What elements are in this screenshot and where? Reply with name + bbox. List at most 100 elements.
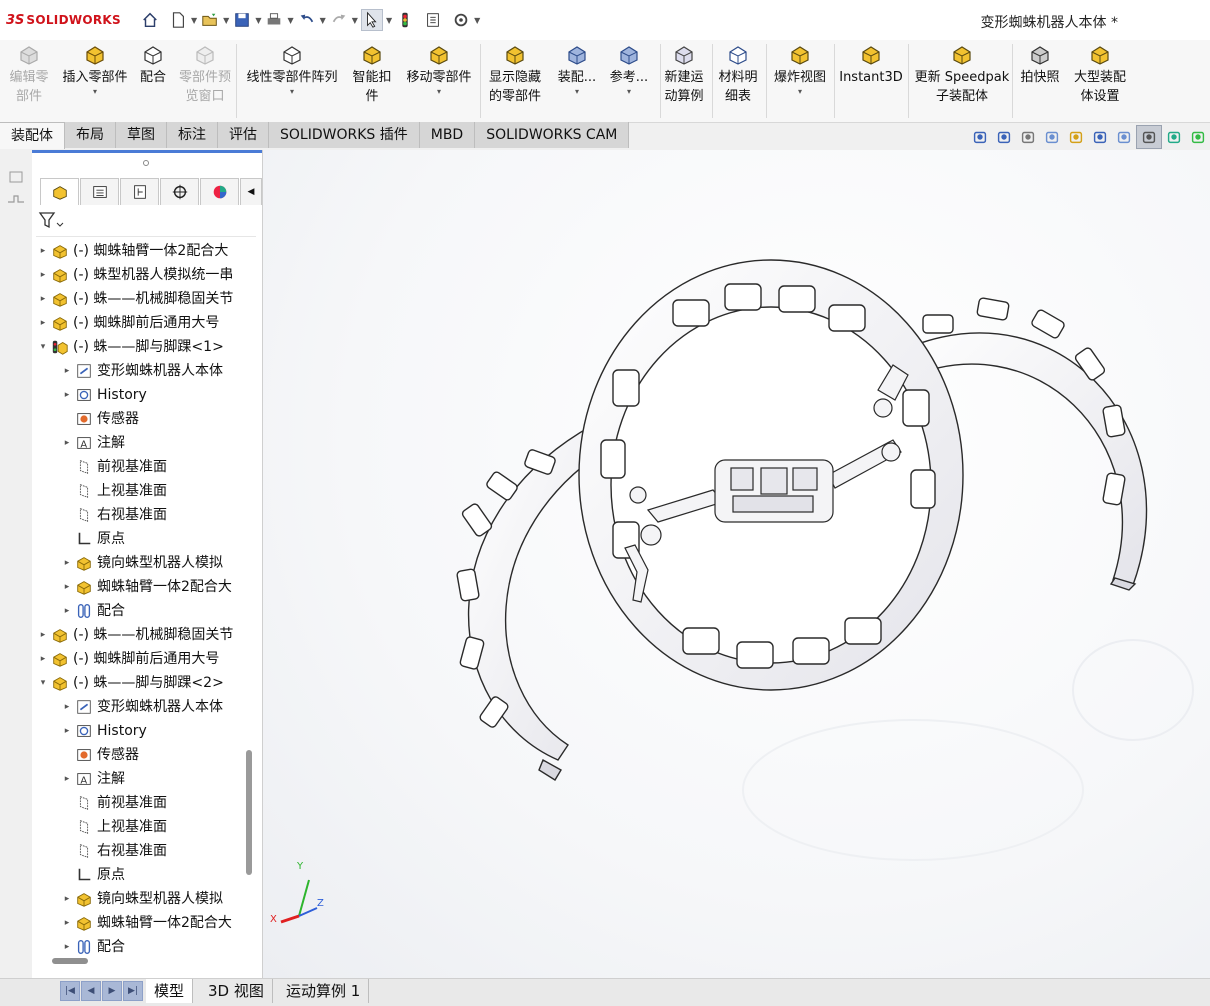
dropdown-caret-icon[interactable]: ▾ xyxy=(400,87,478,97)
dropdown-caret-icon[interactable]: ▾ xyxy=(240,87,344,97)
tree-item[interactable]: ▸ 镜向蛛型机器人模拟 xyxy=(60,552,223,574)
tree-item[interactable]: ▾ (-) 蛛——脚与脚踝<2> xyxy=(36,672,224,694)
tree-item[interactable]: 右视基准面 xyxy=(60,504,167,526)
filter-icon[interactable] xyxy=(36,208,66,234)
expand-arrow-icon[interactable]: ▸ xyxy=(60,360,74,382)
expand-arrow-icon[interactable]: ▸ xyxy=(60,432,74,454)
tree-horizontal-scrollbar[interactable] xyxy=(52,958,88,964)
ribbon-exploded-view-button[interactable]: 爆炸视图 ▾ xyxy=(768,44,832,97)
bottom-tab-1[interactable]: 3D 视图 xyxy=(200,979,273,1003)
hide-show-items-icon[interactable] xyxy=(1136,125,1162,149)
save-icon[interactable] xyxy=(232,10,252,30)
tree-vertical-scrollbar[interactable] xyxy=(246,750,252,875)
tree-item[interactable]: 原点 xyxy=(60,528,125,550)
expand-arrow-icon[interactable]: ▸ xyxy=(36,288,50,310)
tree-item[interactable]: ▸ 镜向蛛型机器人模拟 xyxy=(60,888,223,910)
dropdown-caret-icon[interactable]: ▾ xyxy=(768,87,832,97)
rebuild-icon[interactable] xyxy=(395,10,415,30)
section-view-icon[interactable] xyxy=(1040,126,1064,148)
tree-item[interactable]: ▸ (-) 蛛——机械脚稳固关节 xyxy=(36,288,234,310)
configurationmanager-tab[interactable] xyxy=(120,178,159,205)
collapse-arrow-icon[interactable]: ▾ xyxy=(36,336,50,358)
solidworks-logo[interactable]: 3S SOLIDWORKS xyxy=(6,10,121,30)
display-manager-tab[interactable] xyxy=(200,178,239,205)
expand-arrow-icon[interactable]: ▸ xyxy=(60,936,74,958)
tree-item[interactable]: 上视基准面 xyxy=(60,480,167,502)
command-tab-7[interactable]: SOLIDWORKS CAM xyxy=(475,122,630,148)
select-icon[interactable] xyxy=(360,9,383,31)
command-tab-2[interactable]: 草图 xyxy=(116,122,167,148)
command-tab-5[interactable]: SOLIDWORKS 插件 xyxy=(269,122,420,148)
ribbon-linear-pattern-button[interactable]: 线性零部件阵列 ▾ xyxy=(240,44,344,97)
bottom-tab-2[interactable]: 运动算例 1 xyxy=(278,979,370,1003)
expand-arrow-icon[interactable]: ▸ xyxy=(36,264,50,286)
ribbon-snapshot-button[interactable]: 拍快照 xyxy=(1016,44,1064,87)
dropdown-caret-icon[interactable]: ▾ xyxy=(606,87,652,97)
tree-item[interactable]: ▸ (-) 蜘蛛轴臂一体2配合大 xyxy=(36,240,229,262)
ribbon-component-preview-button[interactable]: 零部件预 览窗口 xyxy=(174,44,236,106)
tree-item[interactable]: 原点 xyxy=(60,864,125,886)
ribbon-new-motion-study-button[interactable]: 新建运 动算例 xyxy=(660,44,708,106)
expand-arrow-icon[interactable]: ▸ xyxy=(60,720,74,742)
tree-item[interactable]: ▸ 配合 xyxy=(60,600,125,622)
new-document-dropdown-icon[interactable]: ▼ xyxy=(191,16,197,25)
command-tab-1[interactable]: 布局 xyxy=(65,122,116,148)
tree-item[interactable]: ▸ 配合 xyxy=(60,936,125,958)
zoom-area-icon[interactable] xyxy=(992,126,1016,148)
ribbon-instant3d-button[interactable]: Instant3D xyxy=(838,44,904,87)
tree-item[interactable]: ▸ (-) 蜘蛛脚前后通用大号 xyxy=(36,312,220,334)
ribbon-large-assembly-button[interactable]: 大型装配 体设置 xyxy=(1068,44,1132,106)
expand-arrow-icon[interactable]: ▸ xyxy=(36,312,50,334)
next-tab-icon[interactable]: ▶ xyxy=(102,981,122,1001)
options-dropdown-icon[interactable]: ▼ xyxy=(474,16,480,25)
tree-item[interactable]: 传感器 xyxy=(60,744,139,766)
open-dropdown-icon[interactable]: ▼ xyxy=(223,16,229,25)
ribbon-assembly-features-button[interactable]: 装配... ▾ xyxy=(554,44,600,97)
expand-arrow-icon[interactable]: ▸ xyxy=(60,888,74,910)
file-properties-icon[interactable] xyxy=(423,10,443,30)
edit-appearance-icon[interactable] xyxy=(1162,126,1186,148)
expand-arrow-icon[interactable]: ▸ xyxy=(36,624,50,646)
expand-arrow-icon[interactable]: ▸ xyxy=(60,576,74,598)
dynamic-annotation-icon[interactable] xyxy=(1064,126,1088,148)
dropdown-caret-icon[interactable]: ▾ xyxy=(554,87,600,97)
tree-item[interactable]: ▾ (-) 蛛——脚与脚踝<1> xyxy=(36,336,224,358)
last-tab-icon[interactable]: ▶| xyxy=(123,981,143,1001)
tree-item[interactable]: ▸ 蜘蛛轴臂一体2配合大 xyxy=(60,912,232,934)
redo-icon[interactable] xyxy=(329,10,349,30)
scroll-left-icon[interactable]: ◀ xyxy=(240,178,262,205)
tree-item[interactable]: ▸ History xyxy=(60,384,147,406)
bottom-tab-0[interactable]: 模型 xyxy=(146,979,194,1003)
ribbon-insert-components-button[interactable]: 插入零部件 ▾ xyxy=(58,44,132,97)
tree-item[interactable]: ▸ A 注解 xyxy=(60,432,125,454)
undo-icon[interactable] xyxy=(297,10,317,30)
previous-view-icon[interactable] xyxy=(1016,126,1040,148)
tree-item[interactable]: 前视基准面 xyxy=(60,792,167,814)
tree-item[interactable]: ▸ A 注解 xyxy=(60,768,125,790)
print-icon[interactable] xyxy=(264,10,284,30)
panel-splitter-grip[interactable] xyxy=(32,150,262,176)
save-dropdown-icon[interactable]: ▼ xyxy=(255,16,261,25)
tree-item[interactable]: ▸ (-) 蜘蛛脚前后通用大号 xyxy=(36,648,220,670)
tree-item[interactable]: 上视基准面 xyxy=(60,816,167,838)
ribbon-mate-button[interactable]: 配合 xyxy=(136,44,170,87)
redo-dropdown-icon[interactable]: ▼ xyxy=(352,16,358,25)
expand-arrow-icon[interactable]: ▸ xyxy=(60,384,74,406)
tree-item[interactable]: ▸ 变形蜘蛛机器人本体 xyxy=(60,696,223,718)
graphics-area[interactable]: Y Z X xyxy=(263,150,1210,978)
view-orientation-icon[interactable] xyxy=(1088,126,1112,148)
command-tab-0[interactable]: 装配体 xyxy=(0,122,65,149)
tree-item[interactable]: ▸ 蜘蛛轴臂一体2配合大 xyxy=(60,576,232,598)
expand-arrow-icon[interactable]: ▸ xyxy=(60,912,74,934)
tree-item[interactable]: 前视基准面 xyxy=(60,456,167,478)
ribbon-move-component-button[interactable]: 移动零部件 ▾ xyxy=(400,44,478,97)
zoom-to-fit-icon[interactable] xyxy=(968,126,992,148)
command-tab-6[interactable]: MBD xyxy=(419,122,476,148)
ribbon-bom-button[interactable]: 材料明 细表 xyxy=(714,44,762,106)
tree-item[interactable]: 右视基准面 xyxy=(60,840,167,862)
expand-arrow-icon[interactable]: ▸ xyxy=(60,768,74,790)
options-icon[interactable] xyxy=(451,10,471,30)
prev-tab-icon[interactable]: ◀ xyxy=(81,981,101,1001)
first-tab-icon[interactable]: |◀ xyxy=(60,981,80,1001)
undo-dropdown-icon[interactable]: ▼ xyxy=(320,16,326,25)
